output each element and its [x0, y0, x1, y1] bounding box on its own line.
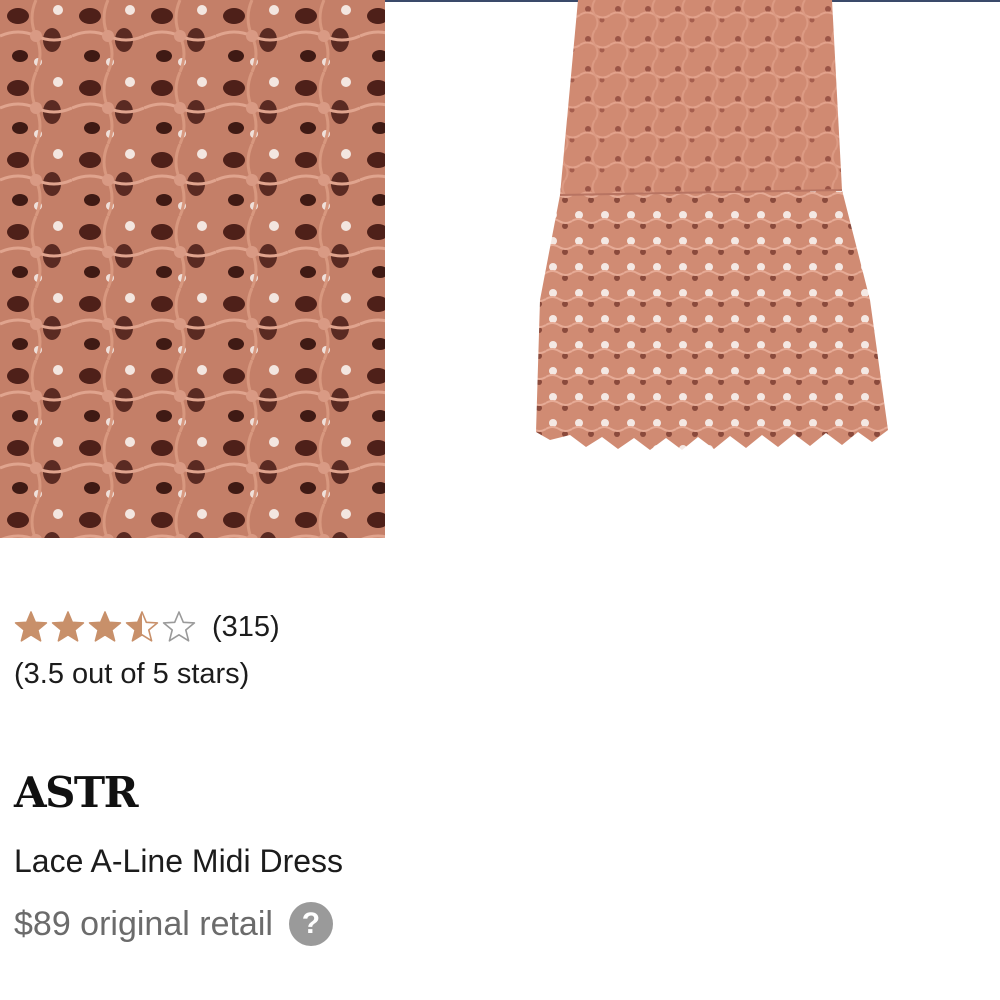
star-rating[interactable] [14, 610, 196, 644]
review-count-link[interactable]: (315) [212, 611, 280, 644]
product-page: (315) (3.5 out of 5 stars) ASTR Lace A-L… [0, 0, 1000, 1000]
star-empty-icon [162, 611, 196, 642]
rating-row: (315) [14, 606, 514, 648]
dress-front-photo[interactable] [520, 0, 900, 460]
product-title: Lace A-Line Midi Dress [14, 843, 344, 879]
star-half-icon [125, 611, 159, 642]
original-retail-price: $89 original retail [14, 904, 273, 943]
help-icon[interactable]: ? [288, 902, 333, 946]
dress-image [536, 0, 888, 450]
star-full-icon [51, 611, 85, 642]
lace-detail-photo[interactable] [0, 0, 385, 538]
brand-name[interactable]: ASTR [14, 768, 139, 817]
product-gallery [0, 0, 1000, 540]
star-full-icon [14, 611, 48, 642]
product-rating: (315) (3.5 out of 5 stars) [14, 606, 514, 691]
lace-detail-image [0, 0, 385, 538]
price-row: $89 original retail ? [14, 902, 333, 946]
star-full-icon [88, 611, 122, 642]
rating-summary: (3.5 out of 5 stars) [14, 658, 250, 690]
